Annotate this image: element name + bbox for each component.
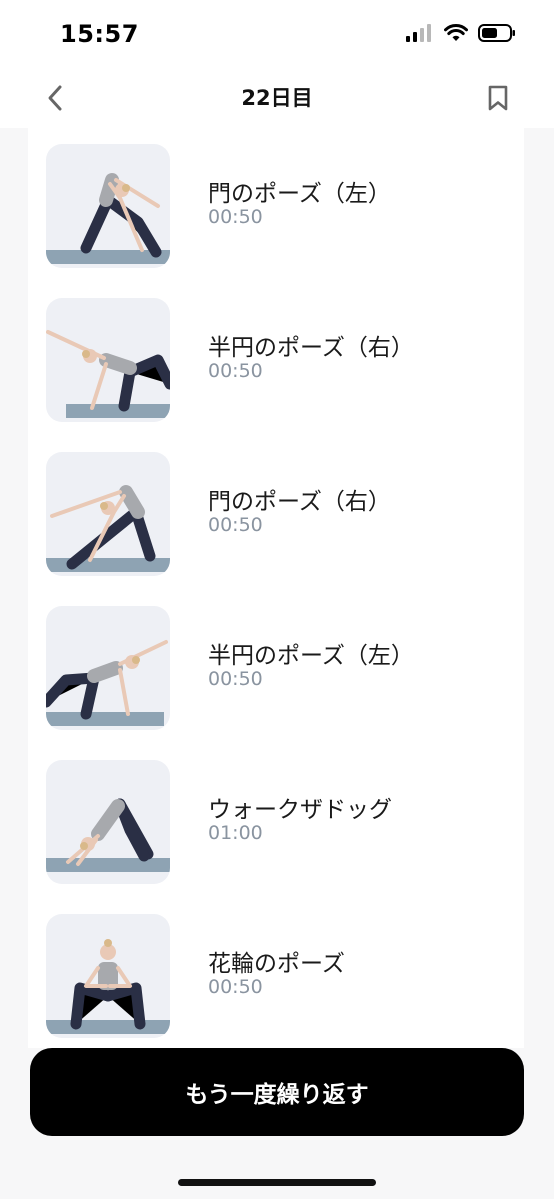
- battery-icon: [478, 24, 516, 46]
- bookmark-icon: [488, 85, 508, 111]
- nav-bar: 22日目: [0, 70, 554, 128]
- repeat-button[interactable]: もう一度繰り返す: [30, 1048, 524, 1136]
- bookmark-button[interactable]: [480, 80, 516, 116]
- wifi-icon: [444, 24, 468, 46]
- exercise-thumbnail: [46, 914, 170, 1038]
- list-item[interactable]: ウォークザドッグ 01:00: [28, 760, 524, 888]
- list-item[interactable]: 花輪のポーズ 00:50: [28, 914, 524, 1042]
- exercise-name: 門のポーズ（左）: [208, 181, 391, 207]
- exercise-name: 半円のポーズ（左）: [208, 643, 414, 669]
- exercise-thumbnail: [46, 298, 170, 422]
- list-item[interactable]: 門のポーズ（右） 00:50: [28, 452, 524, 580]
- exercise-duration: 00:50: [208, 976, 263, 998]
- exercise-duration: 00:50: [208, 668, 263, 690]
- exercise-thumbnail: [46, 606, 170, 730]
- exercise-name: 半円のポーズ（右）: [208, 335, 414, 361]
- exercise-name: 門のポーズ（右）: [208, 489, 391, 515]
- exercise-thumbnail: [46, 760, 170, 884]
- status-icons: [406, 24, 516, 46]
- list-item[interactable]: 半円のポーズ（左） 00:50: [28, 606, 524, 734]
- exercise-thumbnail: [46, 144, 170, 268]
- home-indicator[interactable]: [178, 1179, 376, 1186]
- exercise-duration: 00:50: [208, 206, 263, 228]
- exercise-name: ウォークザドッグ: [208, 797, 392, 823]
- list-item[interactable]: 半円のポーズ（右） 00:50: [28, 298, 524, 426]
- exercise-thumbnail: [46, 452, 170, 576]
- cellular-signal-icon: [406, 24, 434, 46]
- exercise-duration: 01:00: [208, 822, 263, 844]
- exercise-duration: 00:50: [208, 514, 263, 536]
- status-time: 15:57: [60, 20, 139, 48]
- exercise-duration: 00:50: [208, 360, 263, 382]
- page-title: 22日目: [241, 86, 313, 110]
- exercise-name: 花輪のポーズ: [208, 951, 345, 977]
- status-bar: 15:57: [0, 0, 554, 70]
- exercise-list: 門のポーズ（左） 00:50 半円のポーズ（右） 00:50 門のポーズ（右） …: [28, 128, 524, 1048]
- list-item[interactable]: 門のポーズ（左） 00:50: [28, 144, 524, 272]
